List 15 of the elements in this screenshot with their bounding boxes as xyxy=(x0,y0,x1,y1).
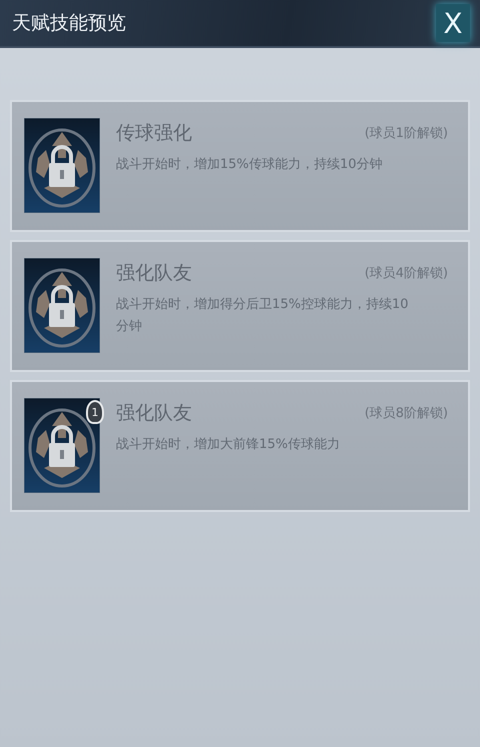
skill-emblem-icon xyxy=(24,118,100,213)
unlock-requirement: (球员8阶解锁) xyxy=(364,405,448,422)
unlock-requirement: (球员1阶解锁) xyxy=(364,125,448,142)
close-button[interactable]: X xyxy=(436,4,470,42)
level-badge: 1 xyxy=(86,400,104,424)
skill-name: 强化队友 xyxy=(116,401,192,426)
skill-emblem-icon xyxy=(24,398,100,493)
skill-name: 强化队友 xyxy=(116,261,192,286)
unlock-requirement: (球员4阶解锁) xyxy=(364,265,448,282)
skill-name: 传球强化 xyxy=(116,121,192,146)
window-title: 天赋技能预览 xyxy=(12,11,126,36)
skill-description: 战斗开始时，增加大前锋15%传球能力 xyxy=(116,436,341,454)
skill-description: 战斗开始时，增加得分后卫15%控球能力，持续10分钟 xyxy=(116,296,410,336)
skill-emblem-icon xyxy=(24,258,100,353)
skill-description: 战斗开始时，增加15%传球能力，持续10分钟 xyxy=(116,156,384,174)
